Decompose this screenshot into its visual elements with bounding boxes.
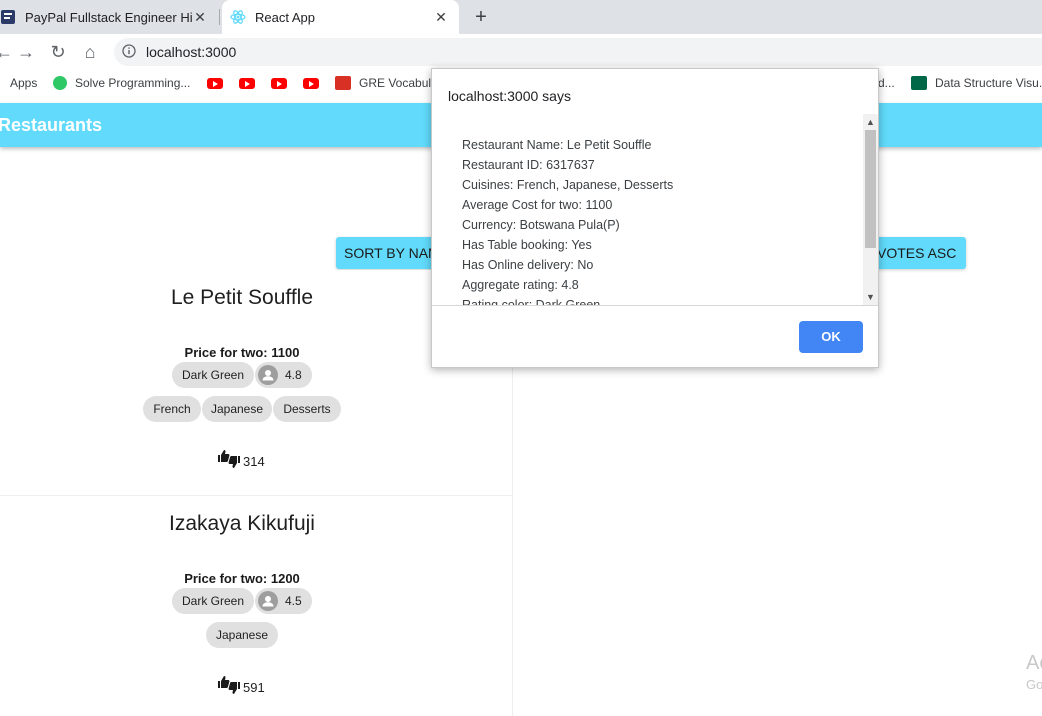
windows-watermark: Ac xyxy=(1026,652,1042,674)
tab-react-app[interactable]: React App ✕ xyxy=(222,0,459,34)
reload-icon[interactable]: ↻ xyxy=(46,40,70,64)
bookmark-label: Apps xyxy=(10,76,38,90)
scroll-down-icon[interactable]: ▼ xyxy=(863,290,878,304)
message-line: Aggregate rating: 4.8 xyxy=(462,278,579,292)
rating-chip: 4.8 xyxy=(255,362,312,388)
app-title: Restaurants xyxy=(0,115,103,135)
rating-chip: 4.5 xyxy=(255,588,312,614)
new-tab-button[interactable]: + xyxy=(468,4,494,30)
bookmark-label: d... xyxy=(878,76,895,90)
message-line: Has Online delivery: No xyxy=(462,258,594,272)
message-line: Cuisines: French, Japanese, Desserts xyxy=(462,178,674,192)
react-icon xyxy=(230,10,246,24)
close-icon[interactable]: ✕ xyxy=(192,9,208,26)
dialog-message-area: Restaurant Name: Le Petit Souffle Restau… xyxy=(432,114,878,306)
message-line: Currency: Botswana Pula(P) xyxy=(462,218,620,232)
close-icon[interactable]: ✕ xyxy=(433,9,449,26)
bookmark-youtube[interactable] xyxy=(207,78,223,89)
bookmark-youtube[interactable] xyxy=(271,78,287,89)
scroll-up-icon[interactable]: ▲ xyxy=(863,115,878,129)
price-for-two: Price for two: 1100 xyxy=(184,345,300,360)
message-line: Restaurant ID: 6317637 xyxy=(462,158,595,172)
rating-value: 4.5 xyxy=(285,594,302,608)
cuisine-chip: French xyxy=(143,396,201,422)
tab-title: React App xyxy=(255,9,315,25)
url-text[interactable]: localhost:3000 xyxy=(146,44,236,60)
bookmark-label: Data Structure Visu... xyxy=(935,76,1042,90)
hackerrank-icon xyxy=(53,76,67,90)
message-line: Average Cost for two: 1100 xyxy=(462,198,613,212)
person-icon xyxy=(262,370,274,381)
cuisine-chip: Japanese xyxy=(206,622,278,648)
thumbs-up-down-icon xyxy=(218,676,240,694)
bookmark-label: Solve Programming... xyxy=(75,76,191,90)
cuisine-chip: Japanese xyxy=(202,396,272,422)
sort-by-votes-asc-button[interactable]: VOTES ASC xyxy=(868,237,966,269)
dialog-message: Restaurant Name: Le Petit Souffle Restau… xyxy=(462,135,852,306)
info-icon[interactable] xyxy=(122,44,136,58)
restaurant-card: Izakaya Kikufuji Price for two: 1200 Dar… xyxy=(0,496,513,716)
bookmark-label: GRE Vocabula xyxy=(359,76,438,90)
tab-strip: PayPal Fullstack Engineer Hiring C ✕ Rea… xyxy=(0,0,1042,34)
windows-watermark-sub: Go xyxy=(1026,677,1042,692)
youtube-icon xyxy=(303,78,319,89)
person-icon xyxy=(262,596,274,607)
avatar xyxy=(258,365,278,385)
message-line: Has Table booking: Yes xyxy=(462,238,592,252)
votes-count: 591 xyxy=(243,680,265,695)
bookmark-youtube[interactable] xyxy=(303,78,319,89)
votes: 314 xyxy=(217,449,265,469)
message-line: Restaurant Name: Le Petit Souffle xyxy=(462,138,652,152)
tab-divider xyxy=(219,9,220,25)
restaurant-name: Izakaya Kikufuji xyxy=(169,512,315,535)
address-bar[interactable]: localhost:3000 xyxy=(114,38,1042,66)
ok-button[interactable]: OK xyxy=(799,321,863,353)
rating-color-chip: Dark Green xyxy=(172,588,254,614)
avatar xyxy=(258,591,278,611)
scrollbar[interactable]: ▲ ▼ xyxy=(863,114,878,305)
bookmark-gre[interactable]: GRE Vocabula xyxy=(335,76,438,90)
thumbs-up-down-icon xyxy=(218,450,240,468)
bookmark-usf[interactable]: Data Structure Visu... xyxy=(911,76,1042,90)
votes: 591 xyxy=(217,675,265,695)
dialog-heading: localhost:3000 says xyxy=(448,88,571,104)
youtube-icon xyxy=(207,78,223,89)
youtube-icon xyxy=(239,78,255,89)
bookmark-youtube[interactable] xyxy=(239,78,255,89)
cuisine-chip: Desserts xyxy=(273,396,341,422)
restaurant-name: Le Petit Souffle xyxy=(170,286,314,309)
sort-by-name-button[interactable]: SORT BY NAM xyxy=(336,237,444,269)
rating-color-chip: Dark Green xyxy=(172,362,254,388)
youtube-icon xyxy=(271,78,287,89)
document-favicon-icon xyxy=(1,10,15,24)
alert-dialog: localhost:3000 says Restaurant Name: Le … xyxy=(431,68,879,368)
rating-value: 4.8 xyxy=(285,368,302,382)
tab-paypal[interactable]: PayPal Fullstack Engineer Hiring C ✕ xyxy=(0,0,218,34)
home-icon[interactable]: ⌂ xyxy=(78,40,102,64)
bookmark-truncated[interactable]: d... xyxy=(878,76,895,90)
scrollbar-thumb[interactable] xyxy=(865,130,876,248)
usf-icon xyxy=(911,76,927,90)
gre-icon xyxy=(335,76,351,90)
bookmark-apps[interactable]: Apps xyxy=(10,76,37,90)
forward-arrow-icon[interactable]: → xyxy=(14,40,38,64)
price-for-two: Price for two: 1200 xyxy=(184,571,300,586)
message-line: Rating color: Dark Green xyxy=(462,298,601,306)
bookmark-hackerrank[interactable]: Solve Programming... xyxy=(53,76,190,90)
browser-toolbar: ← → ↻ ⌂ localhost:3000 xyxy=(0,34,1042,70)
tab-title: PayPal Fullstack Engineer Hiring C xyxy=(25,9,192,25)
votes-count: 314 xyxy=(243,454,265,469)
